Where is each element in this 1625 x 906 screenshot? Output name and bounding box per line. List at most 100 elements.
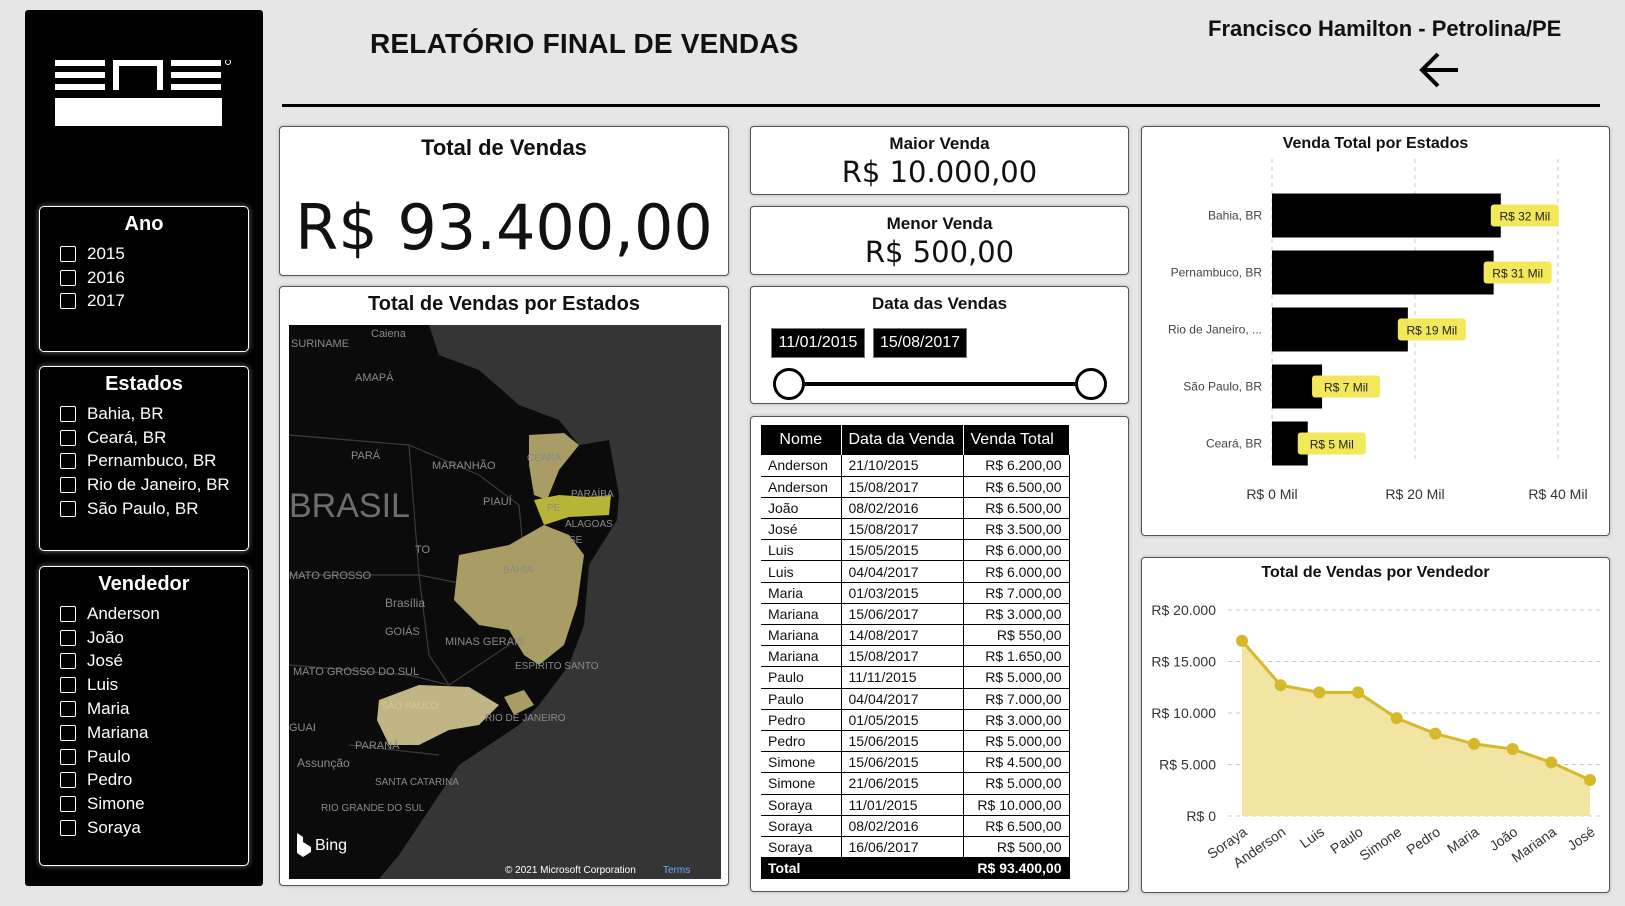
table-row[interactable]: Pedro 15/06/2015 R$ 5.000,00: [761, 730, 1070, 753]
checkbox-icon[interactable]: [60, 405, 76, 422]
table-row[interactable]: Anderson 15/08/2017 R$ 6.500,00: [761, 476, 1070, 498]
checkbox-icon[interactable]: [60, 605, 76, 622]
cell-data: 08/02/2016: [841, 497, 964, 520]
category-label: Rio de Janeiro, ...: [1168, 323, 1262, 337]
vendedor-option[interactable]: Soraya: [60, 816, 248, 840]
checkbox-icon[interactable]: [60, 772, 76, 789]
bar[interactable]: [1272, 193, 1501, 238]
checkbox-icon[interactable]: [60, 477, 76, 494]
estado-option[interactable]: Pernambuco, BR: [60, 450, 248, 474]
table-row[interactable]: Mariana 15/06/2017 R$ 3.000,00: [761, 603, 1070, 626]
checkbox-icon[interactable]: [60, 796, 76, 813]
column-header-data[interactable]: Data da Venda: [841, 425, 964, 455]
data-point[interactable]: [1545, 756, 1558, 769]
data-point[interactable]: [1236, 634, 1248, 647]
data-point[interactable]: [1584, 773, 1596, 786]
vendedor-option[interactable]: Luis: [60, 673, 248, 697]
map-label: RIO DE JANEIRO: [485, 713, 566, 724]
vendedor-option[interactable]: Simone: [60, 792, 248, 816]
vendedor-option[interactable]: Mariana: [60, 721, 248, 745]
back-arrow-icon[interactable]: [1418, 50, 1462, 90]
estado-option[interactable]: São Paulo, BR: [60, 497, 248, 521]
date-slider-end-handle[interactable]: [1075, 368, 1107, 400]
checkbox-icon[interactable]: [60, 653, 76, 670]
cell-data: 04/04/2017: [841, 560, 964, 583]
checkbox-icon[interactable]: [60, 820, 76, 837]
checkbox-icon[interactable]: [60, 677, 76, 694]
table-row[interactable]: Paulo 11/11/2015 R$ 5.000,00: [761, 666, 1070, 689]
cell-nome: Luis: [761, 560, 842, 583]
checkbox-icon[interactable]: [60, 269, 76, 286]
date-end-input[interactable]: 15/08/2017: [873, 328, 967, 358]
table-row[interactable]: Luis 04/04/2017 R$ 6.000,00: [761, 560, 1070, 583]
cell-venda: R$ 6.500,00: [963, 497, 1070, 520]
table-row[interactable]: Pedro 01/05/2015 R$ 3.000,00: [761, 709, 1070, 731]
table-row[interactable]: José 15/08/2017 R$ 3.500,00: [761, 518, 1070, 541]
checkbox-icon[interactable]: [60, 501, 76, 518]
checkbox-icon[interactable]: [60, 724, 76, 741]
table-row[interactable]: Simone 15/06/2015 R$ 4.500,00: [761, 751, 1070, 774]
estado-option[interactable]: Rio de Janeiro, BR: [60, 473, 248, 497]
vendedor-option[interactable]: Pedro: [60, 769, 248, 793]
table-row[interactable]: Soraya 11/01/2015 R$ 10.000,00: [761, 794, 1070, 816]
cell-venda: R$ 5.000,00: [963, 666, 1070, 689]
ano-option[interactable]: 2016: [60, 266, 248, 290]
checkbox-icon[interactable]: [60, 629, 76, 646]
table-row[interactable]: Maria 01/03/2015 R$ 7.000,00: [761, 582, 1070, 604]
map-label: MINAS GERAIS: [445, 636, 524, 648]
area-chart[interactable]: R$ 0 R$ 5.000 R$ 10.000 R$ 15.000 R$ 20.000 S…: [1142, 586, 1611, 892]
bar-chart[interactable]: R$ 0 Mil R$ 20 Mil R$ 40 Mil Bahia, BR R$ 32…: [1142, 159, 1611, 535]
estado-option[interactable]: Ceará, BR: [60, 426, 248, 450]
brazil-map[interactable]: SURINAME Caiena AMAPÁ PARÁ MARANHÃO CEAR…: [289, 325, 721, 879]
y-tick-label: R$ 20.000: [1151, 602, 1216, 618]
data-point[interactable]: [1468, 737, 1480, 750]
table-row[interactable]: Mariana 14/08/2017 R$ 550,00: [761, 624, 1070, 647]
table-row[interactable]: Simone 21/06/2015 R$ 5.000,00: [761, 772, 1070, 795]
vendedor-option[interactable]: Anderson: [60, 602, 248, 626]
cell-data: 08/02/2016: [841, 815, 964, 837]
checkbox-icon[interactable]: [60, 748, 76, 765]
filter-vendedor-title: Vendedor: [98, 573, 190, 595]
table-row[interactable]: Mariana 15/08/2017 R$ 1.650,00: [761, 645, 1070, 668]
checkbox-icon[interactable]: [60, 245, 76, 262]
checkbox-icon[interactable]: [60, 701, 76, 718]
estado-option[interactable]: Bahia, BR: [60, 402, 248, 426]
checkbox-icon[interactable]: [60, 293, 76, 310]
table-total-label: Total: [761, 857, 842, 880]
vendedor-option[interactable]: José: [60, 650, 248, 674]
column-header-venda[interactable]: Venda Total: [963, 425, 1070, 455]
table-row[interactable]: Soraya 08/02/2016 R$ 6.500,00: [761, 815, 1070, 837]
checkbox-icon[interactable]: [60, 453, 76, 470]
data-point[interactable]: [1390, 712, 1403, 725]
data-point[interactable]: [1274, 679, 1287, 692]
table-row[interactable]: João 08/02/2016 R$ 6.500,00: [761, 497, 1070, 520]
table-row[interactable]: Paulo 04/04/2017 R$ 7.000,00: [761, 688, 1070, 710]
date-start-input[interactable]: 11/01/2015: [771, 328, 865, 358]
kpi-total-value: R$ 93.400,00: [295, 191, 713, 264]
bar[interactable]: [1272, 250, 1494, 295]
ano-option[interactable]: 2015: [60, 242, 248, 266]
data-point[interactable]: [1313, 686, 1326, 699]
date-slider-track[interactable]: [789, 382, 1091, 386]
cell-venda: R$ 4.500,00: [963, 751, 1070, 774]
date-slider-start-handle[interactable]: [773, 368, 805, 400]
map-terms-link[interactable]: Terms: [663, 865, 690, 876]
table-row[interactable]: Soraya 16/06/2017 R$ 500,00: [761, 836, 1070, 859]
table-row[interactable]: Luis 15/05/2015 R$ 6.000,00: [761, 539, 1070, 562]
vendedor-option[interactable]: Paulo: [60, 745, 248, 769]
vendedor-option-label: João: [87, 627, 124, 647]
data-point[interactable]: [1506, 743, 1519, 756]
map-label: GOIÁS: [385, 625, 420, 638]
vendedor-option[interactable]: Maria: [60, 697, 248, 721]
data-point[interactable]: [1429, 727, 1442, 740]
area-chart-card: Total de Vendas por Vendedor R$ 0 R$ 5.00…: [1141, 557, 1610, 893]
data-point[interactable]: [1352, 686, 1364, 699]
column-header-nome[interactable]: Nome: [761, 425, 842, 455]
vendedor-option[interactable]: João: [60, 626, 248, 650]
checkbox-icon[interactable]: [60, 429, 76, 446]
table-row[interactable]: Anderson 21/10/2015 R$ 6.200,00: [761, 455, 1070, 477]
cell-venda: R$ 6.000,00: [963, 539, 1070, 562]
cell-data: 15/06/2017: [841, 603, 964, 626]
ano-option[interactable]: 2017: [60, 290, 248, 314]
bar[interactable]: [1272, 307, 1408, 352]
